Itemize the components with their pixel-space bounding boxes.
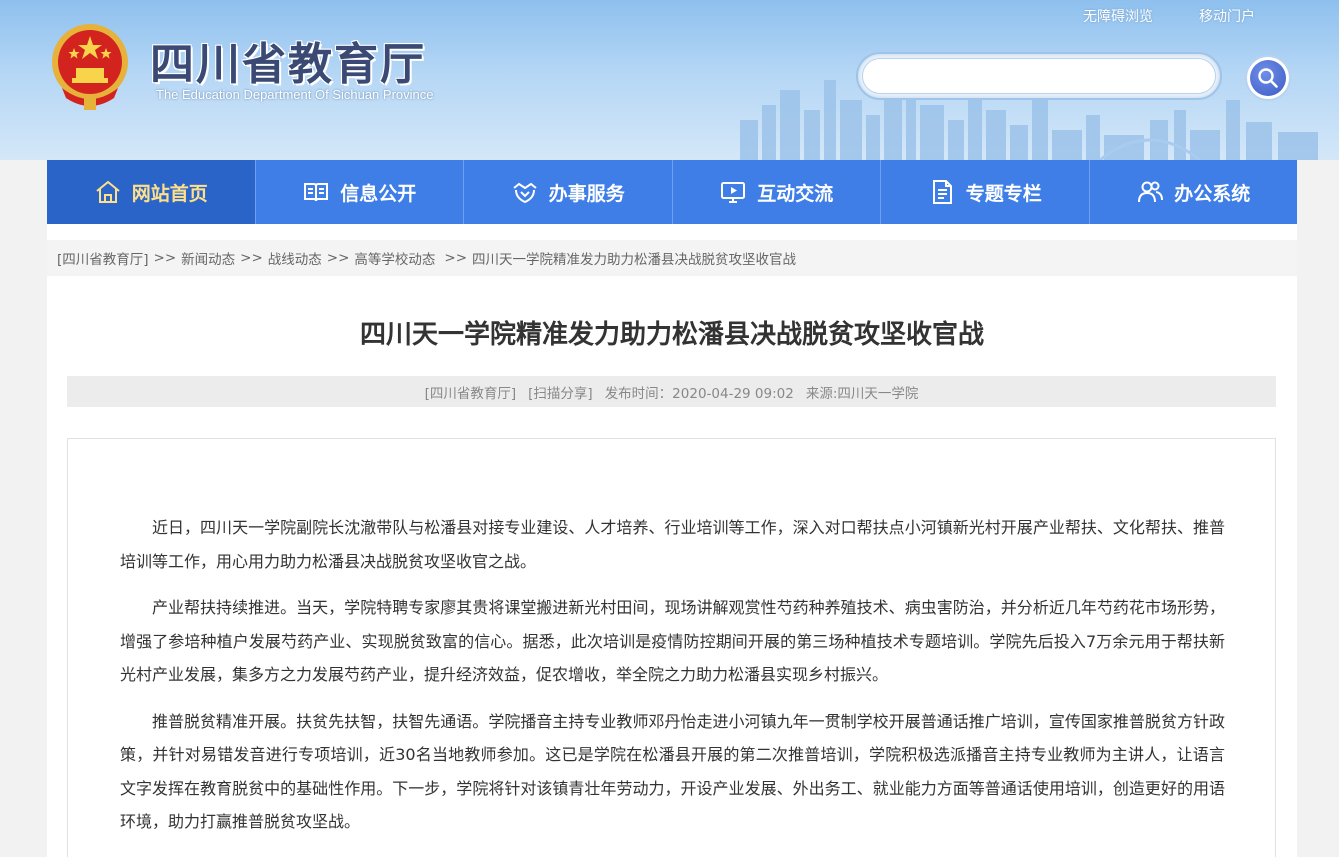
breadcrumb-separator: >> (444, 250, 468, 266)
breadcrumb: [四川省教育厅] >> 新闻动态 >> 战线动态 >> 高等学校动态 >> 四川… (47, 240, 1297, 276)
nav-item-interaction[interactable]: 互动交流 (673, 160, 881, 224)
mobile-portal-link[interactable]: 移动门户 (1199, 6, 1255, 26)
meta-share-link[interactable]: [扫描分享] (528, 382, 593, 402)
breadcrumb-item[interactable]: 战线动态 (268, 248, 322, 268)
article-paragraph: 近日，四川天一学院副院长沈澈带队与松潘县对接专业建设、人才培养、行业培训等工作，… (120, 518, 1225, 571)
meta-origin: 来源:四川天一学院 (805, 385, 919, 402)
breadcrumb-item[interactable]: [四川省教育厅] (57, 248, 149, 268)
top-links: 无障碍浏览 移动门户 (1083, 6, 1255, 26)
search-button[interactable] (1245, 55, 1291, 101)
home-icon (96, 180, 120, 203)
article-title: 四川天一学院精准发力助力松潘县决战脱贫攻坚收官战 (359, 320, 984, 350)
nav-item-services[interactable]: 办事服务 (464, 160, 673, 224)
search-button-face (1250, 60, 1286, 96)
handshake-icon (513, 182, 537, 204)
users-icon (1138, 181, 1164, 203)
article-paragraph: 推普脱贫精准开展。扶贫先扶智，扶智先通语。学院播音主持专业教师邓丹怡走进小河镇九… (120, 711, 1225, 832)
nav-label: 办事服务 (548, 182, 625, 205)
article-paragraph: 产业帮扶持续推进。当天，学院特聘专家廖其贵将课堂搬进新光村田间，现场讲解观赏性芍… (120, 598, 1225, 684)
nav-item-info[interactable]: 信息公开 (256, 160, 464, 224)
main-nav: 网站首页 信息公开 办事服务 互动交流 专题专栏 办公系统 (47, 160, 1297, 224)
breadcrumb-item[interactable]: 新闻动态 (181, 248, 235, 268)
monitor-icon (721, 182, 746, 203)
nav-label: 网站首页 (131, 182, 208, 205)
breadcrumb-separator: >> (326, 250, 350, 266)
meta-source-tag[interactable]: [四川省教育厅] (425, 382, 517, 402)
accessibility-link[interactable]: 无障碍浏览 (1083, 6, 1153, 26)
meta-publish-time: 发布时间：2020-04-29 09:02 (604, 385, 794, 402)
document-icon (932, 180, 952, 204)
site-subtitle: The Education Department Of Sichuan Prov… (156, 87, 434, 102)
nav-item-office[interactable]: 办公系统 (1090, 160, 1298, 224)
nav-label: 办公系统 (1174, 182, 1251, 205)
nav-item-home[interactable]: 网站首页 (47, 160, 256, 224)
site-header: 四川省教育厅 The Education Department Of Sichu… (0, 0, 1339, 160)
national-emblem-icon (52, 24, 128, 110)
article-body: 近日，四川天一学院副院长沈澈带队与松潘县对接专业建设、人才培养、行业培训等工作，… (67, 438, 1276, 857)
search-input[interactable] (862, 58, 1216, 94)
search-icon (1258, 68, 1278, 88)
article-meta: [四川省教育厅] [扫描分享] 发布时间：2020-04-29 09:02 来源… (67, 376, 1276, 407)
breadcrumb-item-current[interactable]: 四川天一学院精准发力助力松潘县决战脱贫攻坚收官战 (472, 248, 796, 268)
breadcrumb-item[interactable]: 高等学校动态 (354, 248, 435, 268)
site-title: 四川省教育厅 (150, 39, 426, 90)
nav-label: 互动交流 (757, 182, 834, 205)
nav-label: 专题专栏 (965, 182, 1042, 205)
breadcrumb-separator: >> (153, 250, 177, 266)
nav-item-topics[interactable]: 专题专栏 (881, 160, 1090, 224)
breadcrumb-separator: >> (240, 250, 263, 266)
nav-label: 信息公开 (340, 182, 417, 205)
search-box (856, 52, 1222, 100)
book-icon (304, 183, 329, 202)
content-area: [四川省教育厅] >> 新闻动态 >> 战线动态 >> 高等学校动态 >> 四川… (47, 224, 1297, 857)
